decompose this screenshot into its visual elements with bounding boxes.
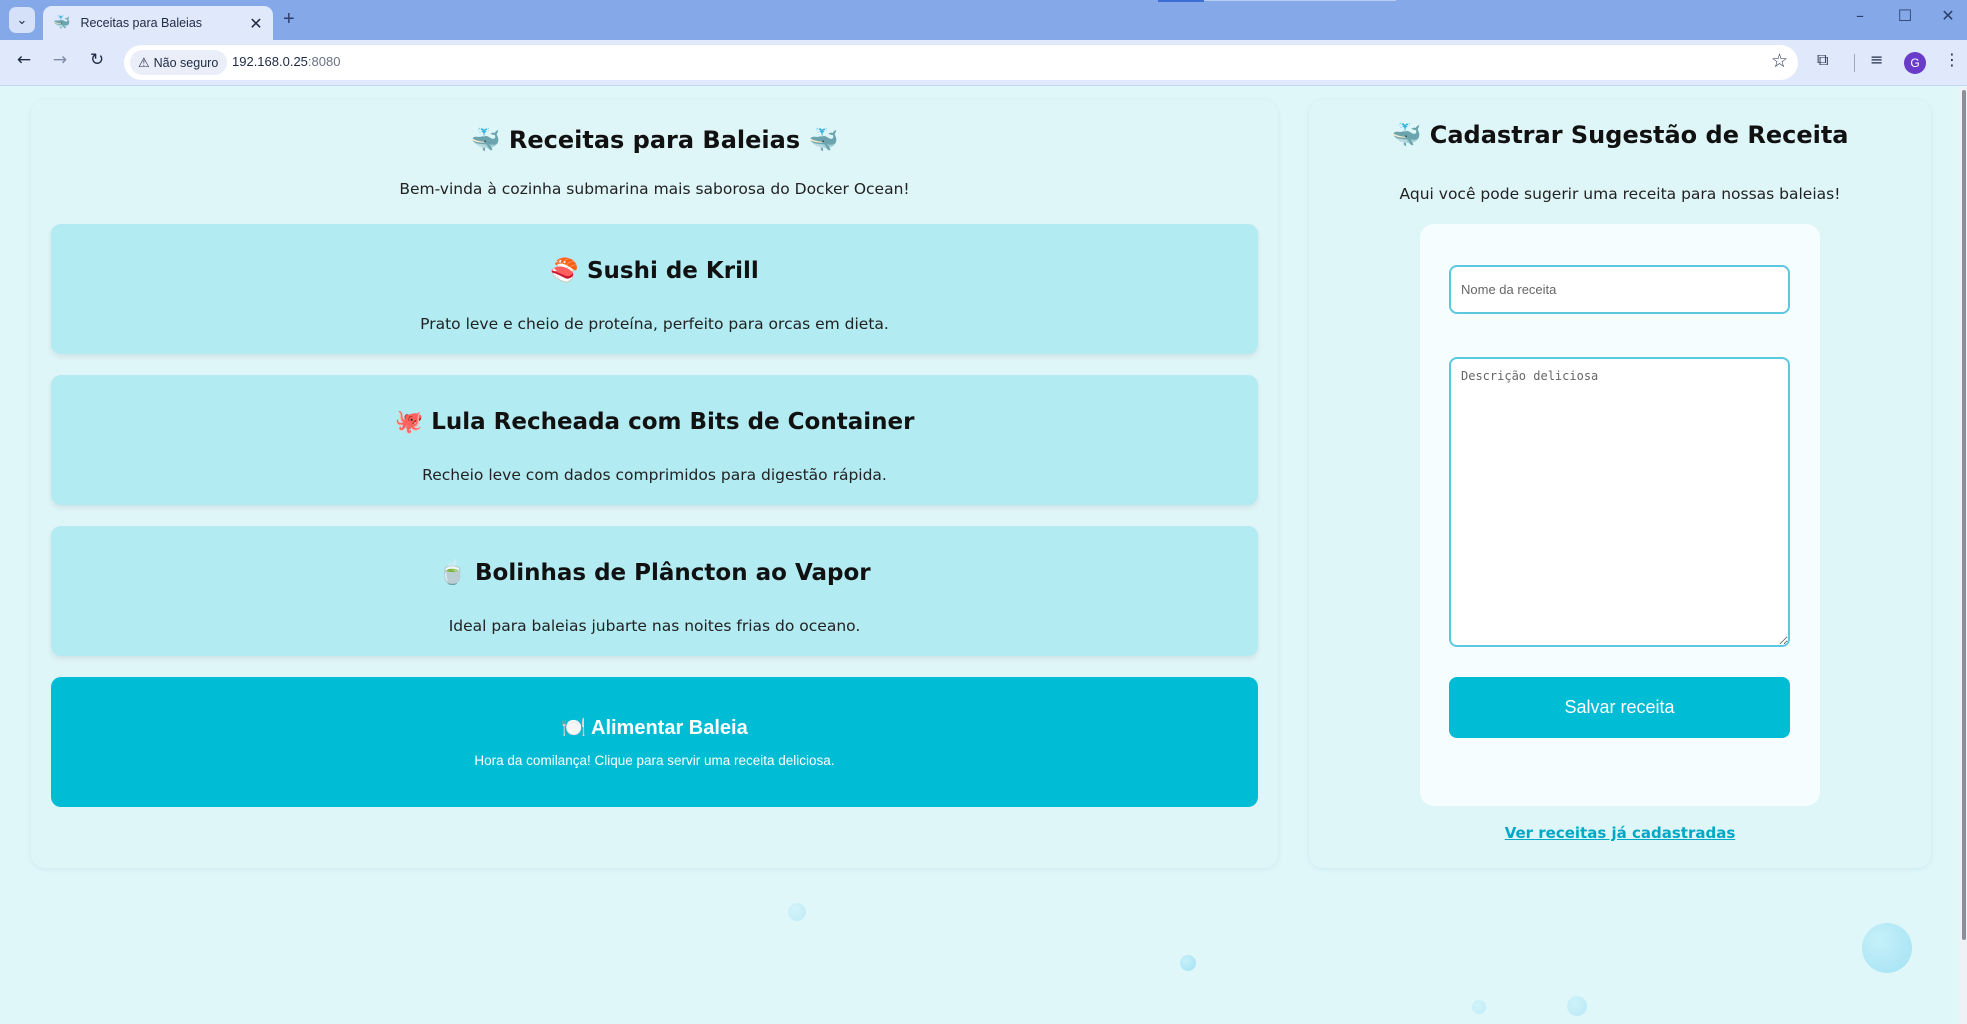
recipe-card: 🍣 Sushi de Krill Prato leve e cheio de p…: [51, 224, 1258, 354]
recipe-card: 🐙 Lula Recheada com Bits de Container Re…: [51, 375, 1258, 505]
browser-toolbar: ← → ↻ ⚠ Não seguro 192.168.0.25:8080 ☆ ⧉…: [0, 40, 1967, 86]
recipe-title-text: Sushi de Krill: [586, 258, 759, 284]
bubble-decoration: [1567, 996, 1587, 1016]
tab-title: Receitas para Baleias: [80, 16, 203, 30]
recipe-description: Ideal para baleias jubarte nas noites fr…: [448, 617, 861, 635]
recipe-title: 🍵 Bolinhas de Plâncton ao Vapor: [51, 559, 1258, 586]
page-title: 🐳 Receitas para Baleias 🐳: [31, 126, 1278, 154]
recipe-title-text: Lula Recheada com Bits de Container: [431, 409, 915, 435]
form-subtitle: Aqui você pode sugerir uma receita para …: [1399, 185, 1841, 203]
reload-icon[interactable]: ↻: [84, 50, 110, 70]
form-title-text: Cadastrar Sugestão de Receita: [1429, 121, 1849, 149]
back-icon[interactable]: ←: [11, 50, 37, 70]
page-title-text: Receitas para Baleias: [508, 126, 801, 154]
toolbar-separator: [1854, 54, 1855, 72]
plate-cutlery-icon: 🍽️: [561, 715, 587, 739]
favicon-whale-icon: 🐳: [53, 15, 71, 31]
recipe-title: 🍣 Sushi de Krill: [51, 257, 1258, 284]
recipe-title: 🐙 Lula Recheada com Bits de Container: [51, 408, 1258, 435]
feed-button-label: Alimentar Baleia: [591, 717, 748, 739]
media-icon[interactable]: ≡: [1870, 50, 1883, 69]
page-subtitle: Bem-vinda à cozinha submarina mais sabor…: [399, 180, 910, 198]
feed-button-title: 🍽️ Alimentar Baleia: [51, 715, 1258, 740]
tab-search-icon[interactable]: ⌄: [9, 7, 35, 33]
close-icon[interactable]: ✕: [247, 14, 265, 33]
window-close-icon[interactable]: ✕: [1928, 6, 1967, 25]
warning-icon: ⚠: [138, 54, 150, 70]
url-host: 192.168.0.25: [232, 54, 308, 69]
bubble-decoration: [788, 903, 806, 921]
forward-icon[interactable]: →: [47, 50, 73, 70]
bubble-decoration: [1180, 955, 1196, 971]
url-port: :8080: [307, 54, 341, 69]
whale-icon: 🐳: [470, 126, 501, 154]
menu-icon[interactable]: ⋮: [1944, 50, 1960, 69]
feed-whale-button[interactable]: 🍽️ Alimentar Baleia Hora da comilança! C…: [51, 677, 1258, 807]
suggestion-form: Salvar receita: [1420, 224, 1820, 806]
save-recipe-button[interactable]: Salvar receita: [1449, 677, 1790, 738]
minimize-icon[interactable]: –: [1840, 6, 1880, 25]
form-title: 🐳 Cadastrar Sugestão de Receita: [1309, 121, 1931, 149]
star-icon[interactable]: ☆: [1771, 50, 1788, 72]
security-chip[interactable]: ⚠ Não seguro: [130, 50, 228, 75]
recipe-title-text: Bolinhas de Plâncton ao Vapor: [475, 560, 871, 586]
browser-tab[interactable]: 🐳 Receitas para Baleias ✕: [43, 6, 273, 40]
security-label: Não seguro: [153, 55, 219, 70]
octopus-icon: 🐙: [394, 409, 424, 435]
bubble-decoration: [1862, 923, 1912, 973]
bubble-decoration: [1472, 1000, 1486, 1014]
view-recipes-link[interactable]: Ver receitas já cadastradas: [1309, 824, 1931, 842]
whale-icon: 🐳: [808, 126, 839, 154]
tea-bowl-icon: 🍵: [438, 560, 468, 586]
tab-indicator: [1158, 0, 1204, 2]
sushi-icon: 🍣: [550, 258, 579, 284]
recipe-description-input[interactable]: [1449, 357, 1790, 647]
feed-button-description: Hora da comilança! Clique para servir um…: [474, 753, 835, 768]
recipes-panel: 🐳 Receitas para Baleias 🐳 Bem-vinda à co…: [31, 100, 1278, 868]
recipe-card: 🍵 Bolinhas de Plâncton ao Vapor Ideal pa…: [51, 526, 1258, 656]
profile-avatar[interactable]: G: [1904, 52, 1926, 74]
suggestion-panel: 🐳 Cadastrar Sugestão de Receita Aqui voc…: [1309, 100, 1931, 868]
new-tab-icon[interactable]: +: [283, 8, 295, 31]
whale-icon: 🐳: [1391, 121, 1422, 149]
extensions-icon[interactable]: ⧉: [1817, 50, 1828, 70]
browser-tab-bar: ⌄ 🐳 Receitas para Baleias ✕ + – ☐ ✕: [0, 0, 1967, 40]
recipe-description: Recheio leve com dados comprimidos para …: [422, 466, 887, 484]
recipe-name-input[interactable]: [1449, 265, 1790, 314]
address-bar[interactable]: ⚠ Não seguro 192.168.0.25:8080 ☆: [124, 45, 1798, 80]
recipe-description: Prato leve e cheio de proteína, perfeito…: [420, 315, 889, 333]
scrollbar-thumb[interactable]: [1962, 90, 1966, 940]
maximize-icon[interactable]: ☐: [1885, 6, 1925, 25]
url-text[interactable]: 192.168.0.25:8080: [232, 54, 340, 69]
tab-indicator-track: [1204, 0, 1396, 1]
